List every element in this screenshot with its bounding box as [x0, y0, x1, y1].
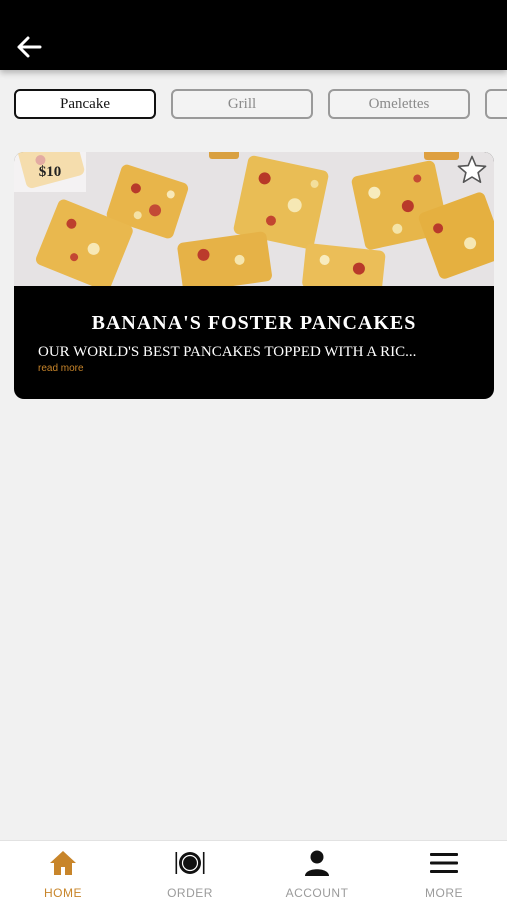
favorite-button[interactable] — [456, 154, 488, 186]
read-more-link[interactable]: read more — [38, 363, 84, 374]
tab-partial[interactable] — [485, 89, 507, 119]
price-label: $10 — [38, 163, 62, 180]
nav-label: ACCOUNT — [285, 886, 349, 900]
nav-home[interactable]: HOME — [0, 841, 126, 901]
person-icon — [305, 850, 329, 876]
tab-grill[interactable]: Grill — [171, 89, 313, 119]
home-icon — [50, 851, 76, 875]
tab-label: Omelettes — [368, 95, 430, 112]
tab-pancake[interactable]: Pancake — [14, 89, 156, 119]
nav-label: MORE — [425, 886, 463, 900]
tab-omelettes[interactable]: Omelettes — [328, 89, 470, 119]
top-app-bar — [0, 0, 507, 70]
nav-order[interactable]: ORDER — [127, 841, 253, 901]
menu-item-card[interactable]: $10 BANANA'S FOSTER PANCAKES OUR WORLD'S… — [14, 152, 494, 399]
tab-label: Pancake — [60, 95, 110, 112]
menu-lines-icon — [430, 853, 458, 873]
category-tabs: Pancake Grill Omelettes — [0, 86, 507, 124]
bottom-navigation: HOME ORDER ACCOUNT MORE — [0, 840, 507, 901]
nav-label: ORDER — [167, 886, 213, 900]
nav-more[interactable]: MORE — [381, 841, 507, 901]
star-outline-icon — [457, 155, 487, 183]
item-title: BANANA'S FOSTER PANCAKES — [91, 312, 417, 334]
tab-label: Grill — [227, 95, 257, 112]
price-badge: $10 — [14, 152, 86, 192]
back-button[interactable] — [14, 33, 44, 61]
arrow-left-icon — [17, 36, 42, 58]
plate-cutlery-icon — [175, 852, 205, 874]
food-image — [14, 152, 494, 286]
nav-label: HOME — [44, 886, 82, 900]
item-description: OUR WORLD'S BEST PANCAKES TOPPED WITH A … — [38, 344, 417, 360]
nav-account[interactable]: ACCOUNT — [254, 841, 380, 901]
